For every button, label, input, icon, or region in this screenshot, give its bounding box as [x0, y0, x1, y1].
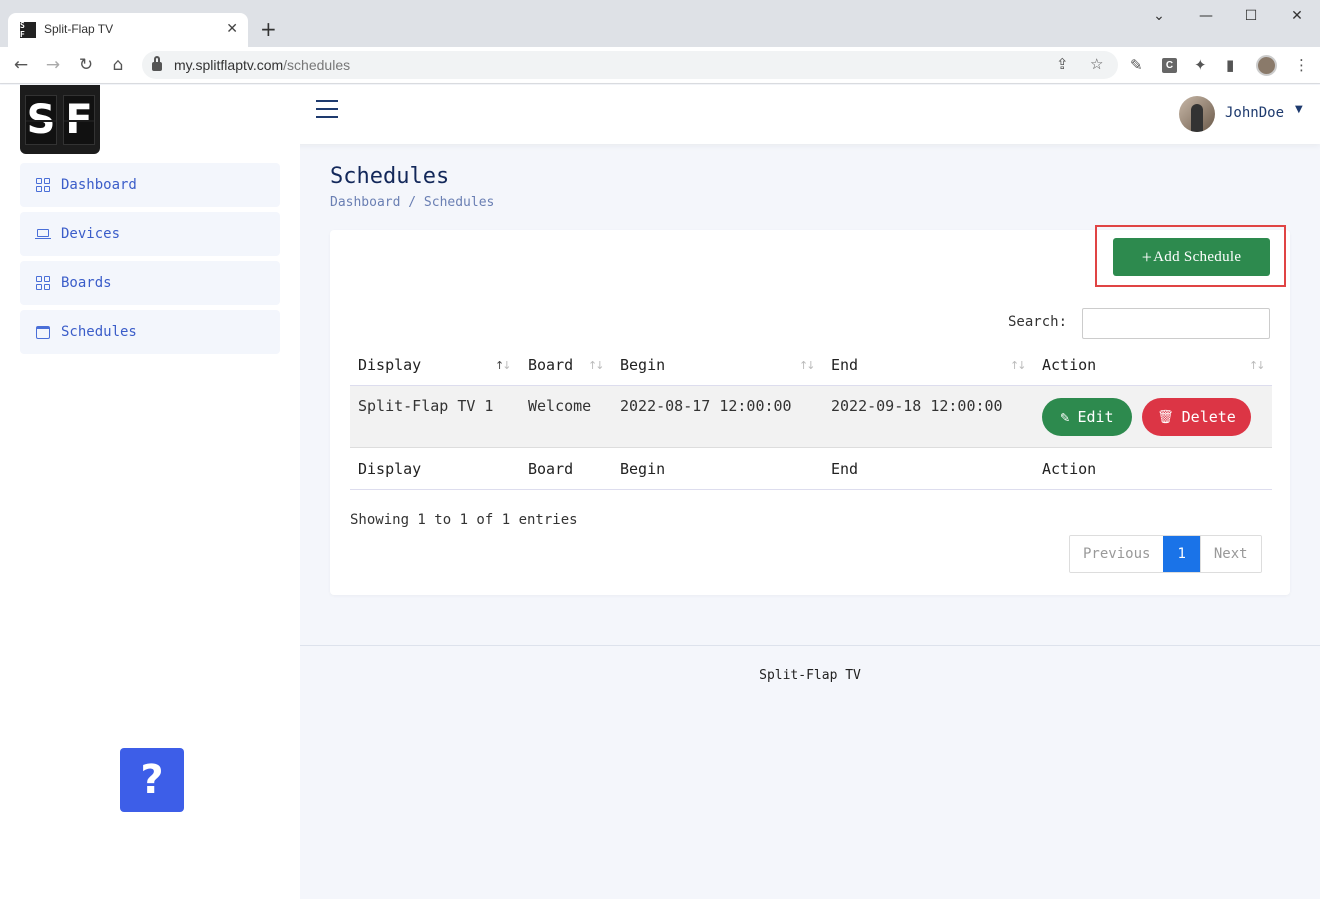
- maximize-icon[interactable]: ☐: [1241, 8, 1261, 24]
- eyedropper-extension-icon[interactable]: ✎: [1130, 56, 1143, 74]
- url-path: /schedules: [283, 57, 351, 73]
- edit-label: Edit: [1077, 408, 1114, 426]
- help-button[interactable]: ?: [120, 748, 184, 812]
- url-text: my.splitflaptv.com/schedules: [174, 57, 350, 73]
- breadcrumb: Dashboard / Schedules: [330, 195, 495, 210]
- split-flap-logo[interactable]: S F: [20, 85, 100, 154]
- logo-flap-f: F: [63, 94, 95, 145]
- footer-column-action: Action: [1042, 460, 1097, 478]
- new-tab-icon[interactable]: +: [260, 17, 277, 41]
- sidebar-item-devices[interactable]: Devices: [20, 212, 280, 256]
- url-host: my.splitflaptv.com: [174, 57, 284, 73]
- trash-icon: 🗑: [1157, 409, 1174, 425]
- previous-page-button[interactable]: Previous: [1070, 536, 1164, 572]
- sidebar-item-schedules[interactable]: Schedules: [20, 310, 280, 354]
- logo-flap-s: S: [25, 94, 57, 145]
- cell-display: Split-Flap TV 1: [358, 397, 494, 415]
- search-input[interactable]: [1082, 308, 1270, 339]
- user-avatar[interactable]: [1179, 96, 1215, 132]
- side-panel-icon[interactable]: ▮: [1226, 56, 1234, 74]
- address-bar[interactable]: my.splitflaptv.com/schedules ⇪ ☆: [142, 51, 1118, 79]
- sidebar-item-label: Devices: [61, 226, 121, 242]
- forward-arrow-icon[interactable]: →: [42, 54, 64, 76]
- sidebar-item-label: Boards: [61, 275, 112, 291]
- laptop-icon: [34, 227, 51, 242]
- hamburger-menu-icon[interactable]: [316, 100, 338, 118]
- delete-button[interactable]: 🗑 Delete: [1142, 398, 1251, 436]
- column-header-board[interactable]: Board: [528, 356, 573, 374]
- cell-board: Welcome: [528, 397, 592, 415]
- window-close-icon[interactable]: ✕: [1287, 8, 1307, 24]
- cell-end: 2022-09-18 12:00:00: [831, 397, 1003, 415]
- browser-toolbar: ← → ↻ ⌂ my.splitflaptv.com/schedules ⇪ ☆…: [0, 47, 1320, 84]
- puzzle-extensions-icon[interactable]: ✦: [1194, 56, 1207, 74]
- sidebar-item-boards[interactable]: Boards: [20, 261, 280, 305]
- user-menu-caret-icon[interactable]: ▼: [1295, 104, 1303, 115]
- column-header-end[interactable]: End: [831, 356, 858, 374]
- share-icon[interactable]: ⇪: [1056, 55, 1069, 73]
- sort-icon[interactable]: ↑↓: [1249, 359, 1266, 372]
- tab-title: Split-Flap TV: [44, 22, 114, 36]
- browser-tab-strip: S F Split-Flap TV ✕ + ⌄ — ☐ ✕: [0, 0, 1320, 47]
- column-header-display[interactable]: Display: [358, 356, 421, 374]
- app-header: [0, 85, 1320, 144]
- browser-menu-icon[interactable]: ⋮: [1294, 56, 1309, 74]
- lock-icon: [152, 56, 162, 71]
- page-title: Schedules: [330, 164, 450, 189]
- sidebar-item-label: Dashboard: [61, 177, 137, 193]
- sort-icon[interactable]: ↑↓: [799, 359, 816, 372]
- c-extension-icon[interactable]: C: [1162, 58, 1177, 73]
- grid-icon: [35, 276, 50, 291]
- next-page-button[interactable]: Next: [1199, 536, 1261, 572]
- sort-icon[interactable]: ↑↓: [588, 359, 605, 372]
- column-header-begin[interactable]: Begin: [620, 356, 665, 374]
- add-schedule-label: Add Schedule: [1153, 248, 1242, 265]
- browser-tab[interactable]: S F Split-Flap TV ✕: [8, 13, 248, 47]
- calendar-icon: [35, 325, 50, 340]
- footer-column-board: Board: [528, 460, 574, 478]
- page-1-button[interactable]: 1: [1163, 536, 1200, 572]
- footer-divider-line: [300, 645, 1320, 646]
- entries-info: Showing 1 to 1 of 1 entries: [350, 512, 578, 528]
- sidebar-item-dashboard[interactable]: Dashboard: [20, 163, 280, 207]
- sort-icon[interactable]: ↑↓: [1010, 359, 1027, 372]
- sort-asc-icon[interactable]: ↑↓: [495, 359, 512, 372]
- footer-column-display: Display: [358, 460, 422, 478]
- grid-icon: [35, 178, 50, 193]
- reload-icon[interactable]: ↻: [75, 54, 97, 76]
- minimize-icon[interactable]: —: [1196, 8, 1216, 24]
- footer-text: Split-Flap TV: [759, 668, 861, 683]
- user-name[interactable]: JohnDoe: [1225, 105, 1284, 121]
- search-label: Search:: [1008, 314, 1068, 330]
- pagination: Previous 1 Next: [1069, 535, 1262, 573]
- footer-divider: [350, 489, 1272, 490]
- plus-icon: +: [1141, 246, 1153, 267]
- column-header-action[interactable]: Action: [1042, 356, 1096, 374]
- tab-search-chevron-icon[interactable]: ⌄: [1149, 8, 1169, 24]
- add-schedule-button[interactable]: + Add Schedule: [1113, 238, 1270, 276]
- tab-favicon-icon: S F: [20, 21, 36, 39]
- footer-column-end: End: [831, 460, 859, 478]
- bookmark-star-icon[interactable]: ☆: [1090, 55, 1103, 73]
- edit-button[interactable]: ✎ Edit: [1042, 398, 1132, 436]
- tab-close-icon[interactable]: ✕: [226, 21, 238, 37]
- table-row: [350, 386, 1272, 448]
- cell-begin: 2022-08-17 12:00:00: [620, 397, 792, 415]
- footer-column-begin: Begin: [620, 460, 666, 478]
- delete-label: Delete: [1181, 408, 1236, 426]
- home-icon[interactable]: ⌂: [107, 54, 129, 76]
- sidebar-item-label: Schedules: [61, 324, 137, 340]
- pencil-icon: ✎: [1060, 408, 1070, 426]
- browser-profile-avatar[interactable]: [1256, 55, 1277, 76]
- back-arrow-icon[interactable]: ←: [10, 54, 32, 76]
